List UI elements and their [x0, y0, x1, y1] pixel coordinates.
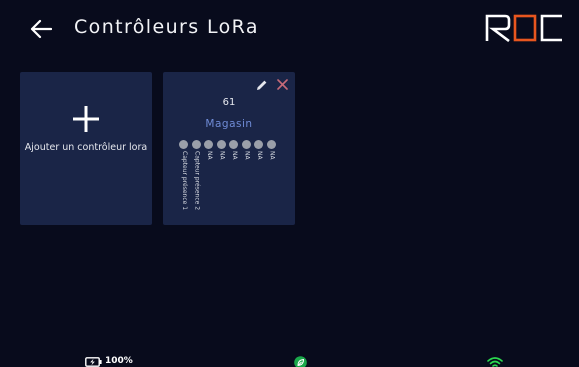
sensor-label: Capteur présence 2	[193, 151, 201, 211]
controller-card[interactable]: 61 Magasin Capteur présence 1 Capteur pr…	[163, 72, 295, 225]
plus-icon	[73, 106, 99, 132]
add-controller-label: Ajouter un contrôleur lora	[24, 142, 148, 153]
sensor-status-dot	[229, 140, 238, 149]
page-title: Contrôleurs LoRa	[74, 16, 259, 38]
lora-controllers-screen: Contrôleurs LoRa Ajouter un contrôleur l…	[0, 0, 579, 367]
battery-charging-icon	[85, 357, 102, 367]
leaf-icon	[294, 356, 307, 367]
sensor-label: NA	[206, 151, 213, 160]
back-arrow-icon[interactable]	[30, 19, 52, 39]
sensor-status-dot	[266, 140, 276, 149]
sensor-label: Capteur présence 1	[181, 151, 188, 211]
sensor-status-dot	[204, 140, 213, 149]
sensor-label: NA	[256, 151, 263, 160]
sensor-label: NA	[268, 151, 276, 160]
pencil-icon[interactable]	[256, 79, 268, 91]
controller-name: Magasin	[205, 118, 253, 130]
sensor-status-dot	[216, 140, 226, 149]
add-controller-card[interactable]: Ajouter un contrôleur lora	[20, 72, 152, 225]
sensor-label: NA	[231, 151, 238, 160]
battery-percentage: 100%	[105, 356, 133, 366]
sensor-status-dot	[191, 140, 201, 149]
controller-number: 61	[222, 97, 236, 108]
sensor-label: NA	[243, 151, 251, 160]
roc-logo	[485, 14, 562, 42]
sensor-status-dot	[254, 140, 263, 149]
sensor-status-dot	[179, 140, 188, 149]
close-icon[interactable]	[277, 79, 288, 90]
wifi-icon	[487, 357, 503, 367]
sensor-status-dot	[241, 140, 251, 149]
sensor-label: NA	[218, 151, 226, 160]
